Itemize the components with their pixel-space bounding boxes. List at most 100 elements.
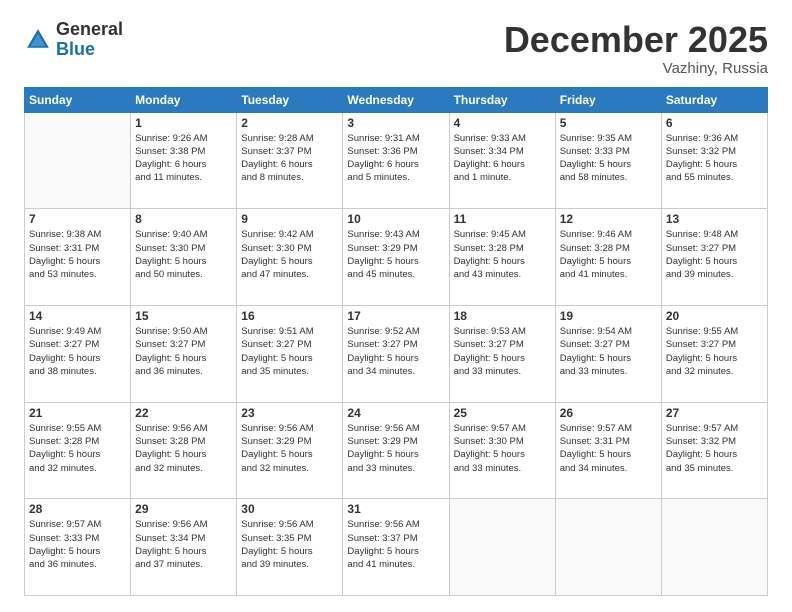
logo-text: General Blue xyxy=(56,20,123,60)
calendar-week-row: 14Sunrise: 9:49 AM Sunset: 3:27 PM Dayli… xyxy=(25,305,768,402)
logo: General Blue xyxy=(24,20,123,60)
cell-content: Sunrise: 9:38 AM Sunset: 3:31 PM Dayligh… xyxy=(29,228,126,281)
table-cell: 15 Sunrise: 9:50 AM Sunset: 3:27 PM Dayli… xyxy=(131,305,237,402)
cell-content: Sunrise: 9:56 AM Sunset: 3:37 PM Dayligh… xyxy=(347,518,444,571)
day-number: 3 xyxy=(347,116,444,130)
day-number: 27 xyxy=(666,406,763,420)
table-cell: 19 Sunrise: 9:54 AM Sunset: 3:27 PM Dayli… xyxy=(555,305,661,402)
table-cell: 13 Sunrise: 9:48 AM Sunset: 3:27 PM Dayli… xyxy=(661,209,767,306)
table-cell: 14Sunrise: 9:49 AM Sunset: 3:27 PM Dayli… xyxy=(25,305,131,402)
table-cell: 6Sunrise: 9:36 AM Sunset: 3:32 PM Daylig… xyxy=(661,112,767,209)
cell-content: Sunrise: 9:57 AM Sunset: 3:31 PM Dayligh… xyxy=(560,422,657,475)
cell-content: Sunrise: 9:42 AM Sunset: 3:30 PM Dayligh… xyxy=(241,228,338,281)
cell-content: Sunrise: 9:55 AM Sunset: 3:27 PM Dayligh… xyxy=(666,325,763,378)
table-cell: 7 Sunrise: 9:38 AM Sunset: 3:31 PM Daylig… xyxy=(25,209,131,306)
day-number: 30 xyxy=(241,502,338,516)
cell-content: Sunrise: 9:50 AM Sunset: 3:27 PM Dayligh… xyxy=(135,325,232,378)
cell-content: Sunrise: 9:40 AM Sunset: 3:30 PM Dayligh… xyxy=(135,228,232,281)
table-cell: 8 Sunrise: 9:40 AM Sunset: 3:30 PM Daylig… xyxy=(131,209,237,306)
cell-content: Sunrise: 9:56 AM Sunset: 3:35 PM Dayligh… xyxy=(241,518,338,571)
table-cell: 23Sunrise: 9:56 AM Sunset: 3:29 PM Dayli… xyxy=(237,402,343,499)
col-friday: Friday xyxy=(555,87,661,112)
col-sunday: Sunday xyxy=(25,87,131,112)
cell-content: Sunrise: 9:43 AM Sunset: 3:29 PM Dayligh… xyxy=(347,228,444,281)
calendar-week-row: 28 Sunrise: 9:57 AM Sunset: 3:33 PM Dayli… xyxy=(25,499,768,596)
table-cell: 29 Sunrise: 9:56 AM Sunset: 3:34 PM Dayli… xyxy=(131,499,237,596)
logo-blue: Blue xyxy=(56,40,123,60)
cell-content: Sunrise: 9:56 AM Sunset: 3:28 PM Dayligh… xyxy=(135,422,232,475)
day-number: 28 xyxy=(29,502,126,516)
day-number: 16 xyxy=(241,309,338,323)
col-wednesday: Wednesday xyxy=(343,87,449,112)
day-number: 24 xyxy=(347,406,444,420)
logo-icon xyxy=(24,26,52,54)
day-number: 9 xyxy=(241,212,338,226)
cell-content: Sunrise: 9:54 AM Sunset: 3:27 PM Dayligh… xyxy=(560,325,657,378)
col-tuesday: Tuesday xyxy=(237,87,343,112)
day-number: 1 xyxy=(135,116,232,130)
title-block: December 2025 Vazhiny, Russia xyxy=(504,20,768,77)
table-cell: 10 Sunrise: 9:43 AM Sunset: 3:29 PM Dayli… xyxy=(343,209,449,306)
day-number: 29 xyxy=(135,502,232,516)
page: General Blue December 2025 Vazhiny, Russ… xyxy=(0,0,792,612)
day-number: 17 xyxy=(347,309,444,323)
cell-content: Sunrise: 9:46 AM Sunset: 3:28 PM Dayligh… xyxy=(560,228,657,281)
day-number: 15 xyxy=(135,309,232,323)
day-number: 23 xyxy=(241,406,338,420)
cell-content: Sunrise: 9:45 AM Sunset: 3:28 PM Dayligh… xyxy=(454,228,551,281)
table-cell: 24Sunrise: 9:56 AM Sunset: 3:29 PM Dayli… xyxy=(343,402,449,499)
day-number: 22 xyxy=(135,406,232,420)
day-number: 7 xyxy=(29,212,126,226)
table-cell: 28 Sunrise: 9:57 AM Sunset: 3:33 PM Dayli… xyxy=(25,499,131,596)
table-cell: 12Sunrise: 9:46 AM Sunset: 3:28 PM Dayli… xyxy=(555,209,661,306)
cell-content: Sunrise: 9:28 AM Sunset: 3:37 PM Dayligh… xyxy=(241,132,338,185)
table-cell: 4Sunrise: 9:33 AM Sunset: 3:34 PM Daylig… xyxy=(449,112,555,209)
table-cell: 26 Sunrise: 9:57 AM Sunset: 3:31 PM Dayli… xyxy=(555,402,661,499)
cell-content: Sunrise: 9:57 AM Sunset: 3:33 PM Dayligh… xyxy=(29,518,126,571)
col-monday: Monday xyxy=(131,87,237,112)
day-number: 18 xyxy=(454,309,551,323)
table-cell: 25 Sunrise: 9:57 AM Sunset: 3:30 PM Dayli… xyxy=(449,402,555,499)
calendar-week-row: 21 Sunrise: 9:55 AM Sunset: 3:28 PM Dayli… xyxy=(25,402,768,499)
col-thursday: Thursday xyxy=(449,87,555,112)
location-subtitle: Vazhiny, Russia xyxy=(504,60,768,77)
table-cell: 31Sunrise: 9:56 AM Sunset: 3:37 PM Dayli… xyxy=(343,499,449,596)
logo-general: General xyxy=(56,20,123,40)
table-cell: 17 Sunrise: 9:52 AM Sunset: 3:27 PM Dayli… xyxy=(343,305,449,402)
table-cell: 18 Sunrise: 9:53 AM Sunset: 3:27 PM Dayli… xyxy=(449,305,555,402)
day-number: 25 xyxy=(454,406,551,420)
day-number: 21 xyxy=(29,406,126,420)
table-cell xyxy=(449,499,555,596)
table-cell: 11Sunrise: 9:45 AM Sunset: 3:28 PM Dayli… xyxy=(449,209,555,306)
col-saturday: Saturday xyxy=(661,87,767,112)
cell-content: Sunrise: 9:26 AM Sunset: 3:38 PM Dayligh… xyxy=(135,132,232,185)
table-cell: 22 Sunrise: 9:56 AM Sunset: 3:28 PM Dayli… xyxy=(131,402,237,499)
cell-content: Sunrise: 9:55 AM Sunset: 3:28 PM Dayligh… xyxy=(29,422,126,475)
cell-content: Sunrise: 9:31 AM Sunset: 3:36 PM Dayligh… xyxy=(347,132,444,185)
cell-content: Sunrise: 9:35 AM Sunset: 3:33 PM Dayligh… xyxy=(560,132,657,185)
table-cell xyxy=(25,112,131,209)
day-number: 14 xyxy=(29,309,126,323)
day-number: 13 xyxy=(666,212,763,226)
table-cell xyxy=(555,499,661,596)
calendar-week-row: 7 Sunrise: 9:38 AM Sunset: 3:31 PM Daylig… xyxy=(25,209,768,306)
day-number: 2 xyxy=(241,116,338,130)
cell-content: Sunrise: 9:57 AM Sunset: 3:30 PM Dayligh… xyxy=(454,422,551,475)
table-cell: 21 Sunrise: 9:55 AM Sunset: 3:28 PM Dayli… xyxy=(25,402,131,499)
day-number: 8 xyxy=(135,212,232,226)
cell-content: Sunrise: 9:56 AM Sunset: 3:34 PM Dayligh… xyxy=(135,518,232,571)
day-number: 5 xyxy=(560,116,657,130)
day-number: 6 xyxy=(666,116,763,130)
table-cell: 1 Sunrise: 9:26 AM Sunset: 3:38 PM Daylig… xyxy=(131,112,237,209)
table-cell: 20Sunrise: 9:55 AM Sunset: 3:27 PM Dayli… xyxy=(661,305,767,402)
cell-content: Sunrise: 9:52 AM Sunset: 3:27 PM Dayligh… xyxy=(347,325,444,378)
cell-content: Sunrise: 9:48 AM Sunset: 3:27 PM Dayligh… xyxy=(666,228,763,281)
table-cell: 9 Sunrise: 9:42 AM Sunset: 3:30 PM Daylig… xyxy=(237,209,343,306)
cell-content: Sunrise: 9:53 AM Sunset: 3:27 PM Dayligh… xyxy=(454,325,551,378)
day-number: 19 xyxy=(560,309,657,323)
day-number: 26 xyxy=(560,406,657,420)
month-title: December 2025 xyxy=(504,20,768,60)
day-number: 10 xyxy=(347,212,444,226)
cell-content: Sunrise: 9:51 AM Sunset: 3:27 PM Dayligh… xyxy=(241,325,338,378)
table-cell: 5 Sunrise: 9:35 AM Sunset: 3:33 PM Daylig… xyxy=(555,112,661,209)
